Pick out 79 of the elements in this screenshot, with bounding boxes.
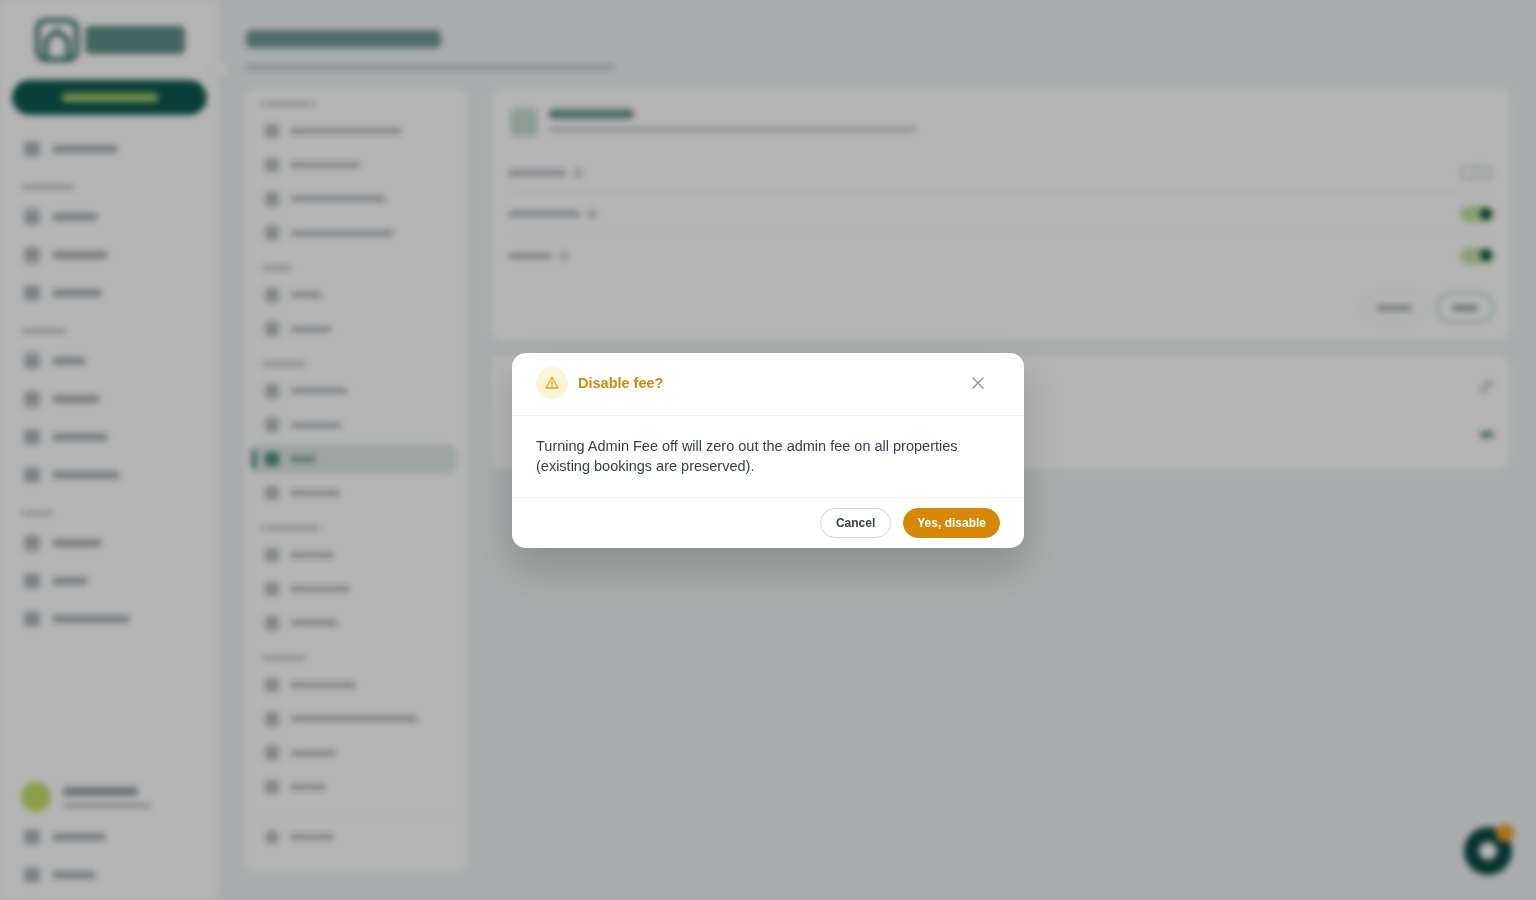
blurred-icon xyxy=(265,452,279,466)
blurred-label xyxy=(52,539,102,547)
blurred-label xyxy=(52,577,88,585)
outlined-button[interactable] xyxy=(1436,292,1494,323)
blurred-label xyxy=(52,871,96,879)
blurred-label xyxy=(290,388,348,394)
blurred-label xyxy=(508,211,580,217)
blurred-label xyxy=(52,471,120,479)
blurred-icon xyxy=(24,247,40,263)
blurred-icon xyxy=(24,467,40,483)
blurred-icon xyxy=(265,548,279,562)
blurred-label xyxy=(52,251,108,259)
blurred-icon xyxy=(265,780,279,794)
blurred-label xyxy=(508,170,566,176)
blurred-label xyxy=(290,552,334,558)
circle-icon xyxy=(1479,842,1497,860)
blurred-icon xyxy=(24,429,40,445)
blurred-icon xyxy=(510,108,538,136)
close-icon xyxy=(972,376,984,389)
badge-dot-icon xyxy=(1496,824,1514,842)
blurred-icon xyxy=(265,678,279,692)
blurred-label xyxy=(1452,304,1478,311)
avatar xyxy=(21,782,51,812)
blurred-icon xyxy=(24,867,40,883)
blurred-label xyxy=(1376,304,1412,311)
blurred-label xyxy=(290,784,326,790)
blurred-icon xyxy=(265,486,279,500)
blurred-label xyxy=(52,145,118,153)
blurred-label xyxy=(290,456,316,462)
toggle-switch[interactable] xyxy=(1460,247,1494,264)
blurred-icon xyxy=(265,158,279,172)
dialog-title: Disable fee? xyxy=(578,374,664,391)
blurred-icon xyxy=(265,712,279,726)
blurred-text xyxy=(1480,431,1494,438)
blurred-label xyxy=(290,586,350,592)
blurred-icon xyxy=(24,829,40,845)
blurred-label xyxy=(290,490,340,496)
blurred-icon xyxy=(265,746,279,760)
blurred-label xyxy=(290,326,332,332)
blurred-icon xyxy=(265,384,279,398)
blurred-icon xyxy=(24,141,40,157)
toggle-switch[interactable] xyxy=(1460,206,1494,222)
blurred-icon xyxy=(24,535,40,551)
blurred-label xyxy=(52,433,108,441)
blurred-icon xyxy=(265,582,279,596)
blurred-label xyxy=(290,620,338,626)
blurred-icon xyxy=(265,288,279,302)
blurred-label xyxy=(290,422,342,428)
blurred-icon xyxy=(265,226,279,240)
dialog-message: Turning Admin Fee off will zero out the admin fee on all properties (existing bookings are preserved). xyxy=(536,436,959,476)
dialog-button[interactable]: Cancel xyxy=(819,507,892,538)
blurred-icon xyxy=(24,353,40,369)
blurred-label xyxy=(52,395,100,403)
blurred-label xyxy=(508,252,552,259)
warning-icon xyxy=(536,366,568,399)
settings-nav-item[interactable] xyxy=(250,444,457,474)
blurred-label xyxy=(290,750,336,756)
blurred-icon xyxy=(24,391,40,407)
blurred-label xyxy=(52,289,102,297)
blurred-icon xyxy=(265,418,279,432)
blurred-icon xyxy=(24,209,40,225)
blurred-icon xyxy=(265,192,279,206)
blurred-label xyxy=(52,357,86,365)
blurred-label xyxy=(52,833,106,841)
blurred-icon xyxy=(265,830,279,844)
chat-button[interactable] xyxy=(1464,827,1512,875)
blurred-label xyxy=(52,213,98,221)
blurred-label xyxy=(290,292,322,298)
blurred-icon xyxy=(265,616,279,630)
blurred-label xyxy=(290,162,360,168)
blurred-icon xyxy=(265,322,279,336)
blurred-icon xyxy=(265,124,279,138)
blurred-icon xyxy=(24,611,40,627)
blurred-icon xyxy=(24,573,40,589)
blurred-label xyxy=(290,682,356,688)
blurred-icon xyxy=(24,285,40,301)
house-logo-icon xyxy=(34,18,79,62)
create-button[interactable] xyxy=(12,80,207,115)
blurred-label xyxy=(290,834,334,840)
